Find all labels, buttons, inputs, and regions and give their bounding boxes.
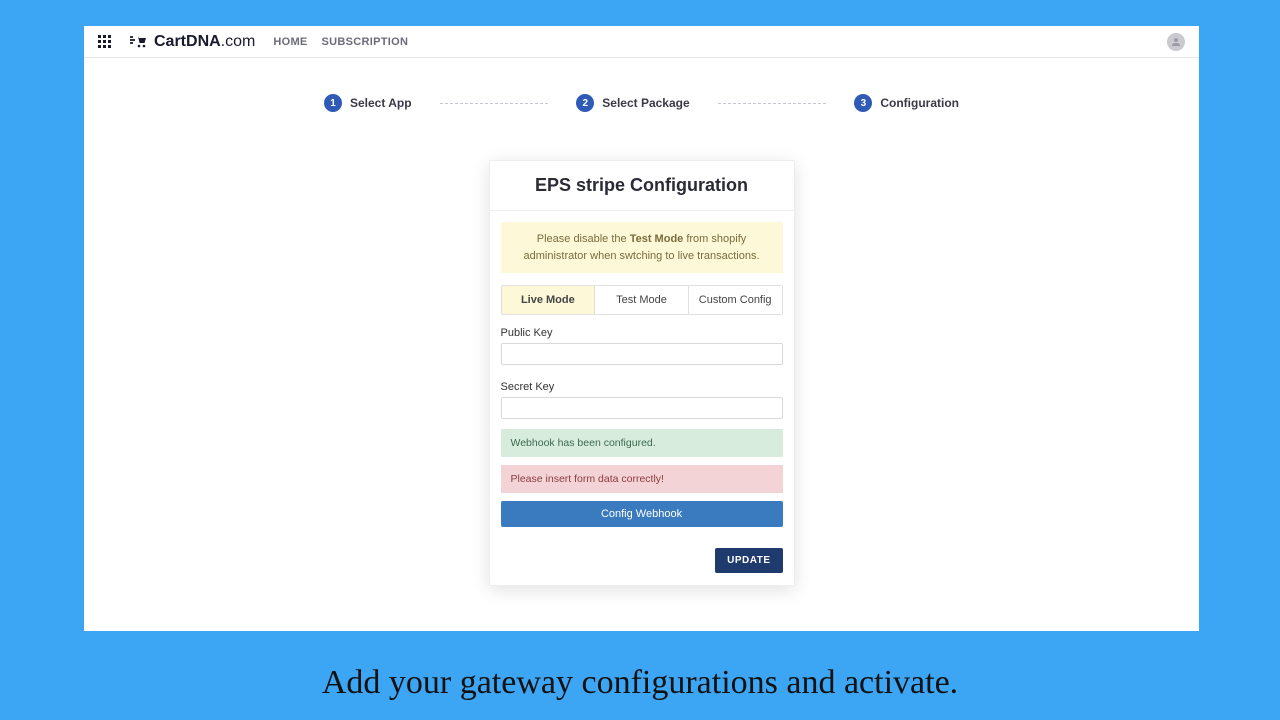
- tab-custom-config[interactable]: Custom Config: [689, 286, 782, 314]
- slide-caption: Add your gateway configurations and acti…: [0, 664, 1280, 702]
- step-select-package: 2 Select Package: [576, 94, 689, 112]
- config-webhook-button[interactable]: Config Webhook: [501, 501, 783, 527]
- secret-key-label: Secret Key: [501, 381, 783, 393]
- topbar: CartDNA.com HOME SUBSCRIPTION: [84, 26, 1199, 58]
- public-key-input[interactable]: [501, 343, 783, 365]
- logo-text-suffix: .com: [221, 33, 256, 51]
- logo-cart-icon: [130, 35, 152, 49]
- alert-test-mode-warning: Please disable the Test Mode from shopif…: [501, 222, 783, 273]
- nav-home[interactable]: HOME: [273, 36, 307, 48]
- mode-tabs: Live Mode Test Mode Custom Config: [501, 285, 783, 315]
- config-card: EPS stripe Configuration Please disable …: [489, 160, 795, 586]
- card-title: EPS stripe Configuration: [490, 161, 794, 211]
- step-number-2: 2: [576, 94, 594, 112]
- step-divider: [718, 103, 827, 104]
- logo[interactable]: CartDNA.com: [130, 33, 255, 51]
- apps-grid-icon[interactable]: [98, 35, 112, 49]
- secret-key-input[interactable]: [501, 397, 783, 419]
- card-body: Please disable the Test Mode from shopif…: [490, 211, 794, 538]
- app-window: CartDNA.com HOME SUBSCRIPTION 1 Select A…: [84, 26, 1199, 631]
- tab-live-mode[interactable]: Live Mode: [502, 286, 596, 314]
- step-divider: [440, 103, 549, 104]
- stepper: 1 Select App 2 Select Package 3 Configur…: [324, 94, 959, 112]
- update-button[interactable]: UPDATE: [715, 548, 782, 573]
- step-select-app: 1 Select App: [324, 94, 412, 112]
- step-configuration: 3 Configuration: [854, 94, 959, 112]
- alert-form-error: Please insert form data correctly!: [501, 465, 783, 493]
- step-number-3: 3: [854, 94, 872, 112]
- alert-webhook-configured: Webhook has been configured.: [501, 429, 783, 457]
- step-number-1: 1: [324, 94, 342, 112]
- tab-test-mode[interactable]: Test Mode: [595, 286, 689, 314]
- main-content: 1 Select App 2 Select Package 3 Configur…: [84, 58, 1199, 610]
- logo-text-brand: CartDNA: [154, 33, 221, 51]
- public-key-label: Public Key: [501, 327, 783, 339]
- nav-subscription[interactable]: SUBSCRIPTION: [322, 36, 409, 48]
- user-avatar-icon[interactable]: [1167, 33, 1185, 51]
- card-actions: UPDATE: [490, 538, 794, 585]
